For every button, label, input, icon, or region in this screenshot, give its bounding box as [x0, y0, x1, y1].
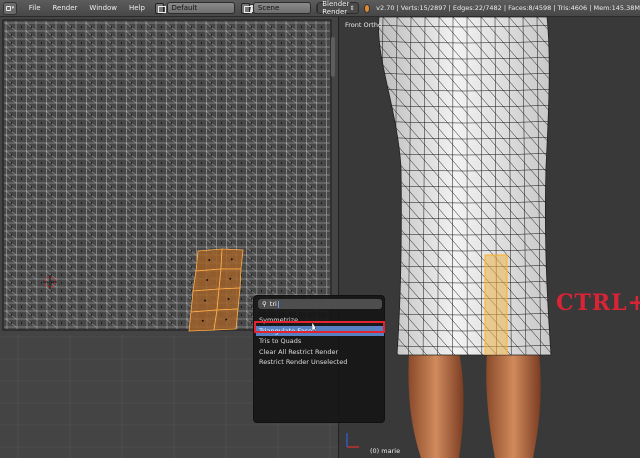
- render-engine-select[interactable]: Blender Render ⇕: [317, 0, 359, 16]
- object-label: (0) marie: [370, 447, 401, 455]
- menu-file[interactable]: File: [23, 4, 47, 12]
- scene-icon[interactable]: [241, 2, 252, 14]
- editor-type-icon: [5, 5, 11, 11]
- screen-layout-value: Default: [171, 4, 198, 12]
- chevron-updown-icon: ⇕: [349, 4, 355, 12]
- result-symmetrize[interactable]: Symmetrize: [256, 315, 384, 326]
- uv-scrollbar[interactable]: [331, 37, 335, 77]
- menu-window[interactable]: Window: [83, 4, 123, 12]
- search-query: tri: [269, 300, 277, 308]
- search-icon: ⚲: [262, 300, 267, 308]
- editor-type-button[interactable]: ▾: [3, 1, 17, 15]
- result-triangulate-faces[interactable]: Triangulate Faces: [256, 325, 384, 336]
- menu-render[interactable]: Render: [47, 4, 84, 12]
- info-header: ▾ File Render Window Help Default + × Sc…: [0, 0, 640, 17]
- screen-layout-icon[interactable]: [155, 2, 166, 14]
- shortcut-annotation: CTRL+T: [556, 290, 640, 316]
- text-cursor: [277, 300, 279, 308]
- selected-faces: [484, 254, 508, 355]
- main-menu: File Render Window Help: [23, 4, 151, 12]
- chevron-down-icon: ▾: [11, 5, 15, 11]
- axis-gizmo-icon: [346, 433, 359, 448]
- search-results-list: Symmetrize Triangulate Faces Tris to Qua…: [256, 315, 384, 368]
- menu-help[interactable]: Help: [123, 4, 151, 12]
- view-label: Front Ortho: [345, 21, 382, 29]
- screen-layout-field[interactable]: Default + ×: [166, 2, 266, 14]
- result-clear-all-restrict-render[interactable]: Clear All Restrict Render: [256, 347, 384, 358]
- left-leg: [408, 352, 464, 458]
- operator-search-input[interactable]: ⚲ tri: [258, 299, 382, 309]
- scene-field[interactable]: Scene + ×: [252, 2, 336, 14]
- right-leg: [486, 352, 541, 458]
- operator-search-popup: ⚲ tri Symmetrize Triangulate Faces Tris …: [253, 295, 385, 423]
- scene-stats: v2.70 | Verts:15/2897 | Edges:22/7482 | …: [376, 4, 640, 12]
- scene-value: Scene: [257, 4, 280, 12]
- result-restrict-render-unselected[interactable]: Restrict Render Unselected: [256, 357, 384, 368]
- result-tris-to-quads[interactable]: Tris to Quads: [256, 336, 384, 347]
- selected-uv-island: [188, 248, 244, 332]
- mouse-cursor-icon: [312, 322, 316, 332]
- blender-logo-icon: [363, 3, 371, 13]
